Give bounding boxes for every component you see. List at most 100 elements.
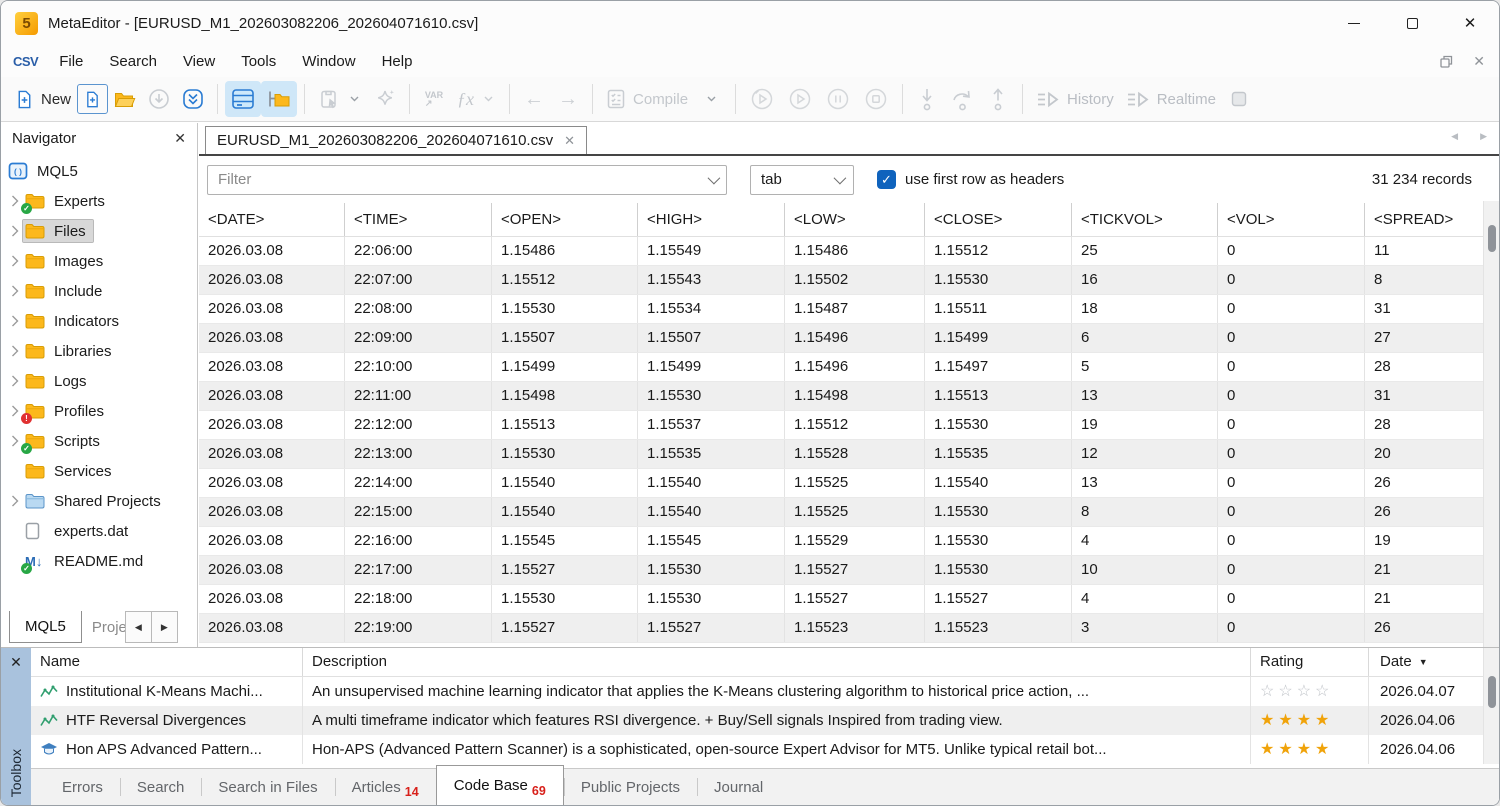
nav-item-experts[interactable]: ✓Experts (1, 186, 197, 216)
minimize-button[interactable] (1325, 1, 1383, 45)
tab-scroll-right-icon[interactable]: ▶ (1480, 131, 1487, 142)
nav-item-libraries[interactable]: Libraries (1, 336, 197, 366)
star-icon[interactable]: ★ (1278, 707, 1296, 735)
csv-row[interactable]: 2026.03.0822:19:001.155271.155271.155231… (199, 614, 1483, 643)
csv-row[interactable]: 2026.03.0822:16:001.155451.155451.155291… (199, 527, 1483, 556)
first-row-headers-checkbox[interactable]: ✓ use first row as headers (877, 170, 1064, 189)
star-icon[interactable]: ★ (1260, 707, 1278, 735)
new-file-alt-button[interactable] (77, 84, 108, 114)
chevron-right-icon[interactable] (6, 495, 23, 507)
star-icon[interactable]: ☆ (1278, 678, 1296, 706)
chevron-right-icon[interactable] (6, 225, 23, 237)
paste-dropdown-caret-icon[interactable] (347, 96, 362, 102)
codebase-item-rating[interactable]: ★★★★ (1251, 735, 1369, 764)
csv-row[interactable]: 2026.03.0822:18:001.155301.155301.155271… (199, 585, 1483, 614)
download-all-button[interactable] (176, 81, 210, 117)
step-into-button[interactable] (910, 81, 944, 117)
paste-button[interactable] (312, 81, 368, 117)
document-tab[interactable]: EURUSD_M1_202603082206_202604071610.csv … (205, 126, 587, 154)
chevron-right-icon[interactable] (6, 405, 23, 417)
navigate-forward-button[interactable]: → (551, 81, 585, 117)
ai-assistant-button[interactable] (368, 81, 402, 117)
codebase-item-rating[interactable]: ☆☆☆☆ (1251, 677, 1369, 706)
step-over-button[interactable] (944, 81, 981, 117)
star-icon[interactable]: ★ (1297, 707, 1315, 735)
codebase-item-rating[interactable]: ★★★★ (1251, 706, 1369, 735)
filter-chevron-icon[interactable] (708, 172, 721, 185)
star-icon[interactable]: ☆ (1260, 678, 1278, 706)
nav-item-mql5[interactable]: ( )MQL5 (1, 156, 197, 186)
star-icon[interactable]: ☆ (1315, 678, 1333, 706)
toolbox-col-name[interactable]: Name (31, 648, 303, 676)
toolbox-scrollbar-track[interactable] (1483, 648, 1499, 764)
toolbox-toggle-button[interactable] (225, 81, 261, 117)
star-icon[interactable]: ★ (1297, 736, 1315, 764)
csv-row[interactable]: 2026.03.0822:13:001.155301.155351.155281… (199, 440, 1483, 469)
menu-file[interactable]: File (46, 53, 96, 70)
csv-scrollbar-thumb[interactable] (1488, 225, 1496, 252)
toolbox-col-description[interactable]: Description (303, 648, 1251, 676)
mdi-close-icon[interactable]: ✕ (1473, 53, 1485, 70)
toolbox-tab-search-in-files[interactable]: Search in Files (201, 769, 334, 805)
csv-row[interactable]: 2026.03.0822:10:001.154991.154991.154961… (199, 353, 1483, 382)
toolbox-tab-articles[interactable]: Articles14 (335, 769, 436, 805)
toolbox-tab-journal[interactable]: Journal (697, 769, 780, 805)
csv-header-cell[interactable]: <DATE> (199, 203, 345, 236)
nav-item-indicators[interactable]: Indicators (1, 306, 197, 336)
navigator-toggle-button[interactable] (261, 81, 297, 117)
csv-row[interactable]: 2026.03.0822:15:001.155401.155401.155251… (199, 498, 1483, 527)
toolbox-tab-code-base[interactable]: Code Base69 (436, 765, 564, 805)
toolbox-tab-public-projects[interactable]: Public Projects (564, 769, 697, 805)
csv-row[interactable]: 2026.03.0822:12:001.155131.155371.155121… (199, 411, 1483, 440)
toolbox-col-rating[interactable]: Rating (1251, 648, 1369, 676)
history-data-button[interactable]: History (1030, 81, 1120, 117)
toolbox-close-icon[interactable]: ✕ (10, 654, 22, 671)
navigator-close-icon[interactable]: ✕ (174, 130, 186, 147)
csv-header-cell[interactable]: <SPREAD> (1365, 203, 1483, 236)
star-icon[interactable]: ★ (1315, 736, 1333, 764)
toolbox-row[interactable]: Institutional K-Means Machi...An unsuper… (31, 677, 1483, 706)
menu-tools[interactable]: Tools (228, 53, 289, 70)
toolbox-row[interactable]: Hon APS Advanced Pattern...Hon-APS (Adva… (31, 735, 1483, 764)
toolbox-scrollbar-thumb[interactable] (1488, 676, 1496, 708)
navigator-tab-proje[interactable]: Proje (82, 611, 126, 643)
compile-button[interactable]: Compile (600, 81, 694, 117)
breakpoint-square-button[interactable] (1222, 81, 1256, 117)
csv-row[interactable]: 2026.03.0822:06:001.154861.155491.154861… (199, 237, 1483, 266)
csv-row[interactable]: 2026.03.0822:14:001.155401.155401.155251… (199, 469, 1483, 498)
star-icon[interactable]: ★ (1278, 736, 1296, 764)
nav-item-images[interactable]: Images (1, 246, 197, 276)
navigator-tabs-scroll-left-icon[interactable]: ◀ (125, 611, 152, 643)
chevron-right-icon[interactable] (6, 255, 23, 267)
toolbox-tab-search[interactable]: Search (120, 769, 202, 805)
document-tab-close-icon[interactable]: ✕ (564, 133, 575, 149)
menu-search[interactable]: Search (96, 53, 170, 70)
chevron-right-icon[interactable] (6, 435, 23, 447)
nav-item-logs[interactable]: Logs (1, 366, 197, 396)
csv-header-cell[interactable]: <CLOSE> (925, 203, 1072, 236)
star-icon[interactable]: ★ (1315, 707, 1333, 735)
mdi-restore-icon[interactable] (1440, 55, 1453, 68)
tab-scroll-left-icon[interactable]: ◀ (1451, 131, 1458, 142)
chevron-right-icon[interactable] (6, 345, 23, 357)
csv-scrollbar-track[interactable] (1483, 201, 1499, 647)
nav-item-readme-md[interactable]: M↓✓README.md (1, 546, 197, 576)
toolbox-tab-errors[interactable]: Errors (45, 769, 120, 805)
maximize-button[interactable] (1383, 1, 1441, 45)
step-out-button[interactable] (981, 81, 1015, 117)
function-list-button[interactable]: ƒx (451, 81, 502, 117)
new-button[interactable]: New (9, 81, 77, 117)
close-button[interactable]: ✕ (1441, 1, 1499, 45)
realtime-data-button[interactable]: Realtime (1120, 81, 1222, 117)
navigate-back-button[interactable]: ← (517, 81, 551, 117)
chevron-right-icon[interactable] (6, 285, 23, 297)
nav-item-files[interactable]: Files (1, 216, 197, 246)
csv-header-cell[interactable]: <TICKVOL> (1072, 203, 1218, 236)
filter-input[interactable] (210, 171, 708, 188)
csv-header-cell[interactable]: <VOL> (1218, 203, 1365, 236)
csv-header-cell[interactable]: <TIME> (345, 203, 492, 236)
nav-item-scripts[interactable]: ✓Scripts (1, 426, 197, 456)
toolbox-row[interactable]: HTF Reversal DivergencesA multi timefram… (31, 706, 1483, 735)
csv-row[interactable]: 2026.03.0822:09:001.155071.155071.154961… (199, 324, 1483, 353)
csv-header-cell[interactable]: <HIGH> (638, 203, 785, 236)
